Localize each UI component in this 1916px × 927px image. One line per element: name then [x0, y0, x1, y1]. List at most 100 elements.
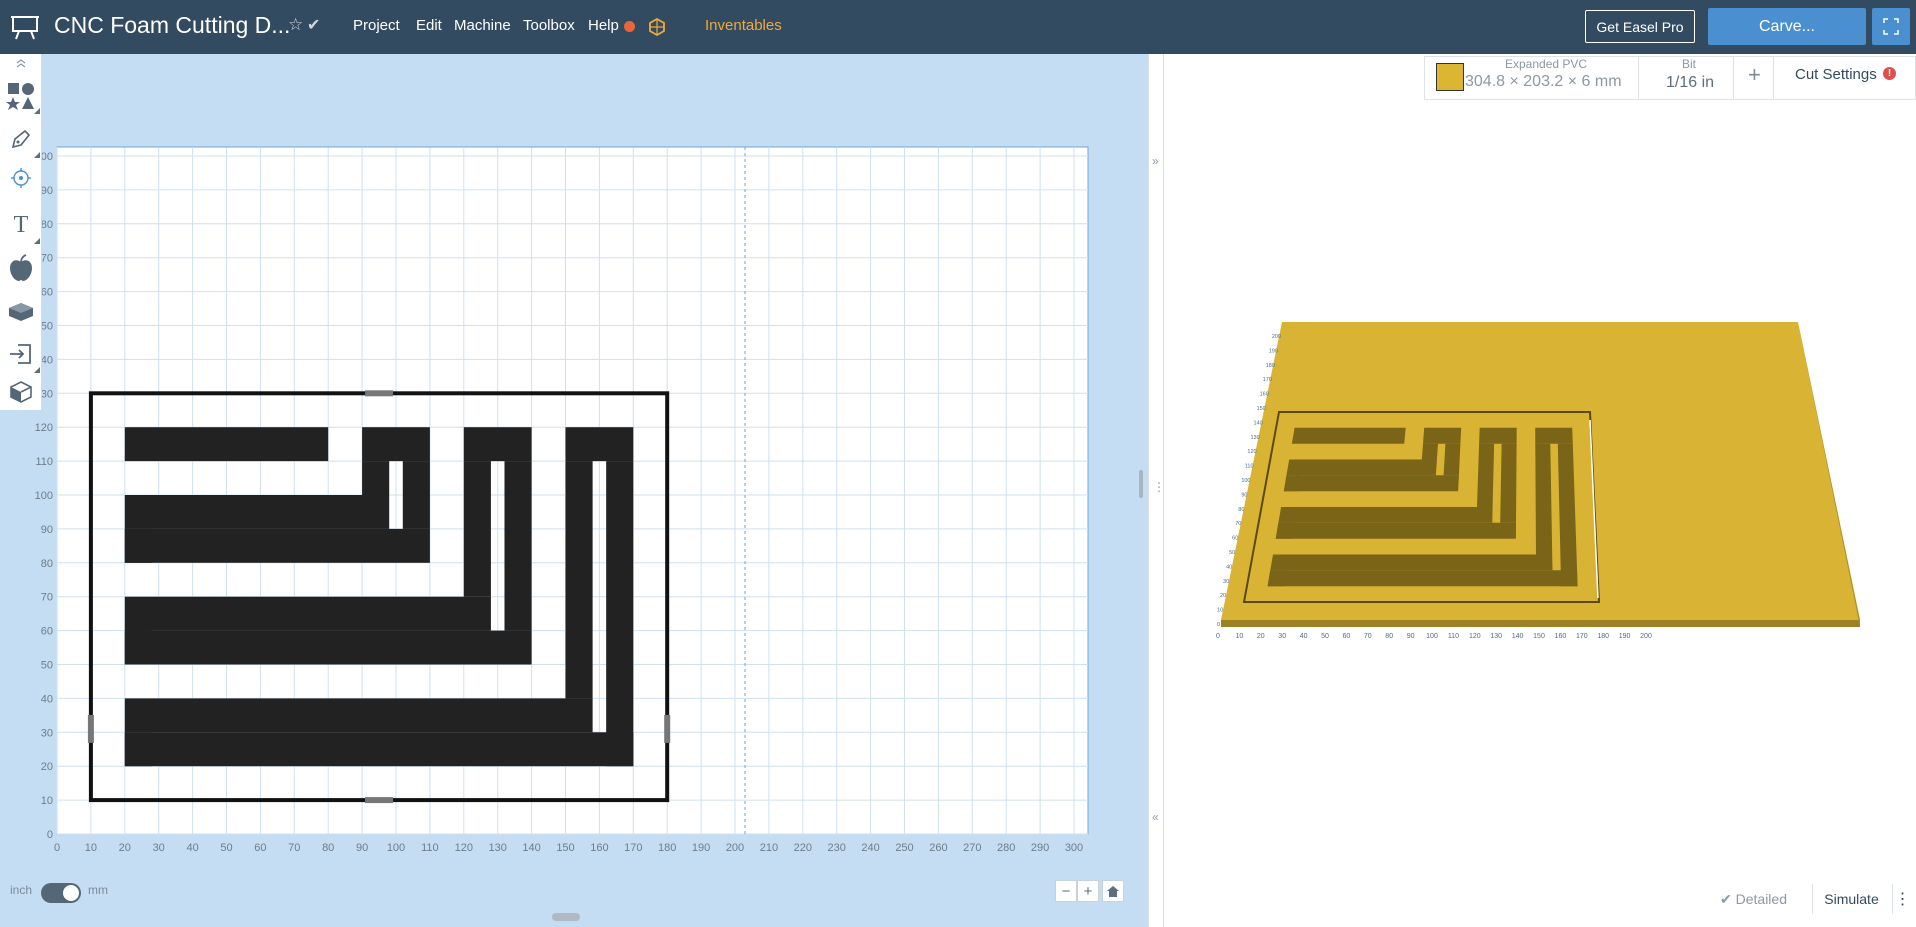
easel-logo-icon[interactable] [10, 13, 40, 41]
preview-y-tick: 40 [1226, 564, 1232, 570]
maze-bar[interactable] [124, 698, 593, 733]
apple-icon [10, 254, 32, 281]
3d-preview[interactable]: 0 10 20 30 40 50 60 70 80 90 100 110 120 130 140 150 160… [1164, 54, 1916, 927]
shapes-tool[interactable] [0, 74, 42, 116]
y-tick-label: 20 [41, 761, 53, 773]
maze-bar[interactable] [362, 427, 430, 462]
submenu-indicator [34, 152, 40, 158]
x-tick-label: 270 [963, 842, 981, 854]
material-name[interactable]: Expanded PVC [1505, 57, 1587, 71]
preview-y-tick: 50 [1229, 550, 1235, 556]
collapse-panel-icon[interactable]: « [1152, 810, 1159, 824]
x-tick-label: 250 [895, 842, 913, 854]
collapse-toolbar-button[interactable] [0, 54, 42, 72]
detailed-label: Detailed [1735, 891, 1787, 907]
preview-y-tick: 190 [1269, 348, 1278, 354]
maze-bar[interactable] [124, 427, 329, 462]
y-tick-label: 80 [41, 219, 53, 231]
x-tick-label: 190 [692, 842, 710, 854]
bit-value[interactable]: 1/16 in [1666, 74, 1714, 92]
preview-y-tick: 10 [1217, 608, 1223, 614]
text-tool[interactable]: T [0, 204, 42, 246]
detailed-toggle[interactable]: ✔ Detailed [1720, 891, 1787, 908]
divider [1773, 57, 1774, 99]
carved-groove-3d [1286, 459, 1437, 476]
toggle-knob [63, 885, 79, 901]
maze-bar[interactable] [362, 461, 390, 495]
import-tool[interactable] [0, 333, 42, 375]
maze-bar[interactable] [565, 461, 593, 699]
pen-tool[interactable] [0, 118, 42, 160]
maze-bar[interactable] [124, 630, 532, 665]
menu-toolbox[interactable]: Toolbox [523, 17, 575, 34]
x-tick-label: 60 [254, 842, 266, 854]
maze-bar[interactable] [124, 528, 430, 563]
more-options-icon[interactable]: ⋮ [1892, 884, 1912, 914]
project-title[interactable]: CNC Foam Cutting D... [54, 12, 290, 39]
check-icon: ✔ [1720, 891, 1732, 907]
canvas-vertical-scrollbar[interactable] [1139, 470, 1143, 498]
menu-project[interactable]: Project [353, 17, 400, 34]
add-bit-button[interactable]: + [1748, 62, 1761, 88]
zoom-in-button[interactable]: + [1077, 880, 1099, 902]
maze-bar[interactable] [606, 461, 634, 767]
3d-import-tool[interactable] [0, 374, 42, 410]
maze-bar[interactable] [124, 732, 634, 767]
x-tick-label: 280 [997, 842, 1015, 854]
menu-help[interactable]: Help [588, 17, 619, 34]
resize-handle[interactable] [365, 797, 394, 804]
icons-tool[interactable] [0, 247, 42, 289]
pen-icon [11, 129, 31, 149]
point-tool[interactable] [0, 159, 42, 197]
maze-bar[interactable] [463, 427, 532, 462]
notification-dot-icon [624, 21, 635, 32]
x-tick-label: 100 [387, 842, 405, 854]
resize-handle[interactable] [664, 714, 671, 743]
zoom-out-button[interactable]: − [1055, 880, 1077, 902]
fullscreen-button[interactable] [1872, 8, 1910, 45]
maze-bar[interactable] [124, 596, 491, 631]
submenu-indicator [34, 367, 40, 373]
preview-y-tick: 200 [1272, 334, 1281, 340]
material-swatch[interactable] [1436, 63, 1464, 91]
expand-panel-icon[interactable]: » [1152, 154, 1159, 168]
maze-bar[interactable] [463, 461, 491, 597]
horizontal-scrollbar[interactable] [552, 913, 580, 921]
top-bar: CNC Foam Cutting D... ☆ ✔ Project Edit M… [0, 0, 1916, 54]
carved-groove-3d [1267, 570, 1578, 587]
preview-y-tick: 0 [1217, 622, 1220, 628]
home-view-button[interactable] [1102, 880, 1124, 902]
alert-icon: ! [1883, 67, 1896, 80]
maze-bar[interactable] [124, 495, 390, 529]
star-icon[interactable]: ☆ [288, 15, 303, 35]
get-easel-pro-button[interactable]: Get Easel Pro [1585, 10, 1695, 43]
preview-x-tick: 140 [1512, 633, 1524, 640]
unit-toggle[interactable] [41, 883, 81, 903]
panel-divider[interactable]: » ⋮ « [1139, 54, 1165, 927]
cut-settings-button[interactable]: Cut Settings [1795, 66, 1877, 83]
maze-bar[interactable] [504, 461, 532, 631]
home-icon [1107, 885, 1119, 897]
carve-button[interactable]: Carve... [1708, 8, 1866, 45]
unit-label-mm: mm [88, 883, 108, 897]
x-tick-label: 210 [760, 842, 778, 854]
preview-x-tick: 120 [1469, 633, 1481, 640]
preview-x-tick: 170 [1576, 633, 1588, 640]
maze-bar[interactable] [402, 461, 430, 529]
x-tick-label: 260 [929, 842, 947, 854]
y-tick-label: 0 [47, 829, 53, 841]
apps-tool[interactable] [0, 290, 42, 332]
menu-machine[interactable]: Machine [454, 17, 511, 34]
inventables-link[interactable]: Inventables [705, 17, 782, 34]
bricks-icon [9, 303, 33, 321]
x-tick-label: 120 [455, 842, 473, 854]
menu-edit[interactable]: Edit [416, 17, 442, 34]
material-dimensions[interactable]: 304.8 × 203.2 × 6 mm [1465, 73, 1622, 91]
design-workspace[interactable]: 0 10 20 30 40 50 60 70 80 90 100 110 120 130 140 150 160… [0, 54, 1148, 927]
maze-bar[interactable] [565, 427, 634, 462]
preview-x-tick: 70 [1364, 633, 1372, 640]
resize-handle[interactable] [87, 714, 94, 743]
3d-box-icon [10, 381, 32, 403]
simulate-button[interactable]: Simulate [1812, 884, 1890, 914]
resize-handle[interactable] [365, 390, 394, 397]
